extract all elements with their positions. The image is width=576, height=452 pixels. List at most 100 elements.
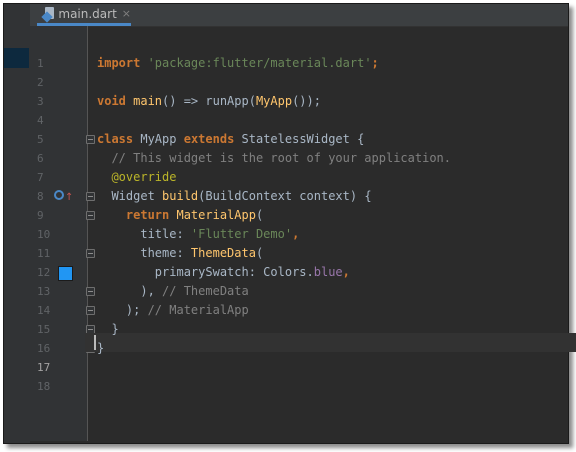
code-line[interactable] [97,377,451,396]
line-number[interactable]: 5 [29,130,95,149]
line-number[interactable]: 2 [29,73,87,92]
code-token: 'Flutter Demo' [190,227,293,241]
code-token: return [125,208,177,222]
line-number-text: 14 [37,304,51,317]
code-line[interactable]: return MaterialApp( [97,206,451,225]
line-number-text: 4 [37,114,44,127]
code-line[interactable]: void main() => runApp(MyApp()); [97,92,451,111]
tab-label: main.dart [58,6,117,21]
tool-window-active-marker [4,48,29,68]
line-number-text: 15 [37,323,51,336]
line-number[interactable]: 4 [29,111,87,130]
code-token: , [342,265,350,279]
close-icon[interactable]: × [122,7,131,20]
line-number[interactable]: 14 [29,301,95,320]
code-token: extends [183,132,242,146]
code-line[interactable]: // This widget is the root of your appli… [97,149,451,168]
line-number-text: 2 [37,76,44,89]
line-number-text: 5 [37,133,44,146]
code-token: title: [97,227,191,241]
code-token: () => runApp( [162,94,256,108]
line-number[interactable]: 8 ↑ [29,187,95,206]
line-number-text: 10 [37,228,51,241]
editor-gutter: 1 2 3 4 5 6 7 8 ↑ 9 10 11 12 13 14 15 16 17 18 [29,26,95,441]
line-number-text: 17 [37,361,51,374]
line-number-text: 11 [37,247,51,260]
code-token: , [292,227,300,241]
line-number[interactable]: 15 [29,320,95,339]
line-number[interactable]: 7 [29,168,87,187]
line-number-text: 7 [37,171,44,184]
line-number[interactable]: 1 [29,54,87,73]
code-token: ( [255,208,264,222]
code-line[interactable]: primarySwatch: Colors.blue, [97,263,451,282]
code-editor[interactable]: import 'package:flutter/material.dart'; v… [88,26,566,441]
code-line[interactable]: } [97,320,451,339]
code-token: ThemeData [190,246,256,260]
code-token: // This widget is the root of your appli… [97,151,452,165]
line-number-text: 9 [37,209,44,222]
code-token: (BuildContext context) { [198,189,372,203]
dart-file-icon [41,6,54,23]
code-line[interactable] [97,73,451,92]
line-number-text: 3 [37,95,44,108]
code-token: ; [371,56,379,70]
line-number-text: 18 [37,380,51,393]
line-number-text: 12 [37,266,51,279]
code-line[interactable]: } [97,339,451,358]
code-token: MyApp [255,94,293,108]
line-number[interactable]: 10 [29,225,87,244]
override-arrow-icon: ↑ [65,192,74,203]
line-number-text: 13 [37,285,51,298]
code-token: theme: [97,246,191,260]
code-token: void [97,94,134,108]
code-token: import [97,56,148,70]
tool-window-strip [4,4,30,443]
line-number[interactable]: 13 [29,282,95,301]
code-token: blue [313,265,343,279]
code-token: class [97,132,141,146]
code-token: StatelessWidget { [241,132,365,146]
line-numbers: 1 2 3 4 5 6 7 8 ↑ 9 10 11 12 13 14 15 16 17 18 [29,54,95,396]
code-line[interactable]: ), // ThemeData [97,282,451,301]
line-number[interactable]: 12 [29,263,87,282]
code-token: // ThemeData [162,284,249,298]
code-line[interactable] [97,111,451,130]
line-number[interactable]: 17 [29,358,87,377]
code-lines: import 'package:flutter/material.dart'; v… [97,54,451,396]
line-number[interactable]: 6 [29,149,87,168]
code-token: } [97,322,119,336]
code-line[interactable]: Widget build(BuildContext context) { [97,187,451,206]
code-token: Widget [97,189,163,203]
code-line[interactable]: class MyApp extends StatelessWidget { [97,130,451,149]
line-number[interactable]: 16 [29,339,95,358]
tab-main-dart[interactable]: main.dart × [37,4,131,26]
line-number[interactable]: 9 [29,206,95,225]
code-token: ); [97,303,148,317]
code-line[interactable]: @override [97,168,451,187]
code-line[interactable]: title: 'Flutter Demo', [97,225,451,244]
code-line[interactable] [97,358,451,377]
code-line[interactable]: theme: ThemeData( [97,244,451,263]
code-token: primarySwatch: Colors. [97,265,314,279]
code-token: @override [97,170,177,184]
color-swatch-icon[interactable] [58,266,73,281]
code-line[interactable]: ); // MaterialApp [97,301,451,320]
line-number-text: 6 [37,152,44,165]
code-token: MaterialApp [176,208,256,222]
code-token: } [97,341,105,355]
line-number-text: 16 [37,342,51,355]
line-number-text: 1 [37,57,44,70]
code-token: ( [255,246,264,260]
code-token: 'package:flutter/material.dart' [147,56,372,70]
line-number[interactable]: 3 [29,92,87,111]
override-method-icon[interactable] [54,190,64,200]
line-number[interactable]: 11 [29,244,95,263]
code-token: ()); [292,94,321,108]
line-number[interactable]: 18 [29,377,87,396]
code-line[interactable]: import 'package:flutter/material.dart'; [97,54,451,73]
editor-tab-bar: main.dart × [4,4,568,27]
code-token: main [133,94,163,108]
code-token: ), [97,284,163,298]
